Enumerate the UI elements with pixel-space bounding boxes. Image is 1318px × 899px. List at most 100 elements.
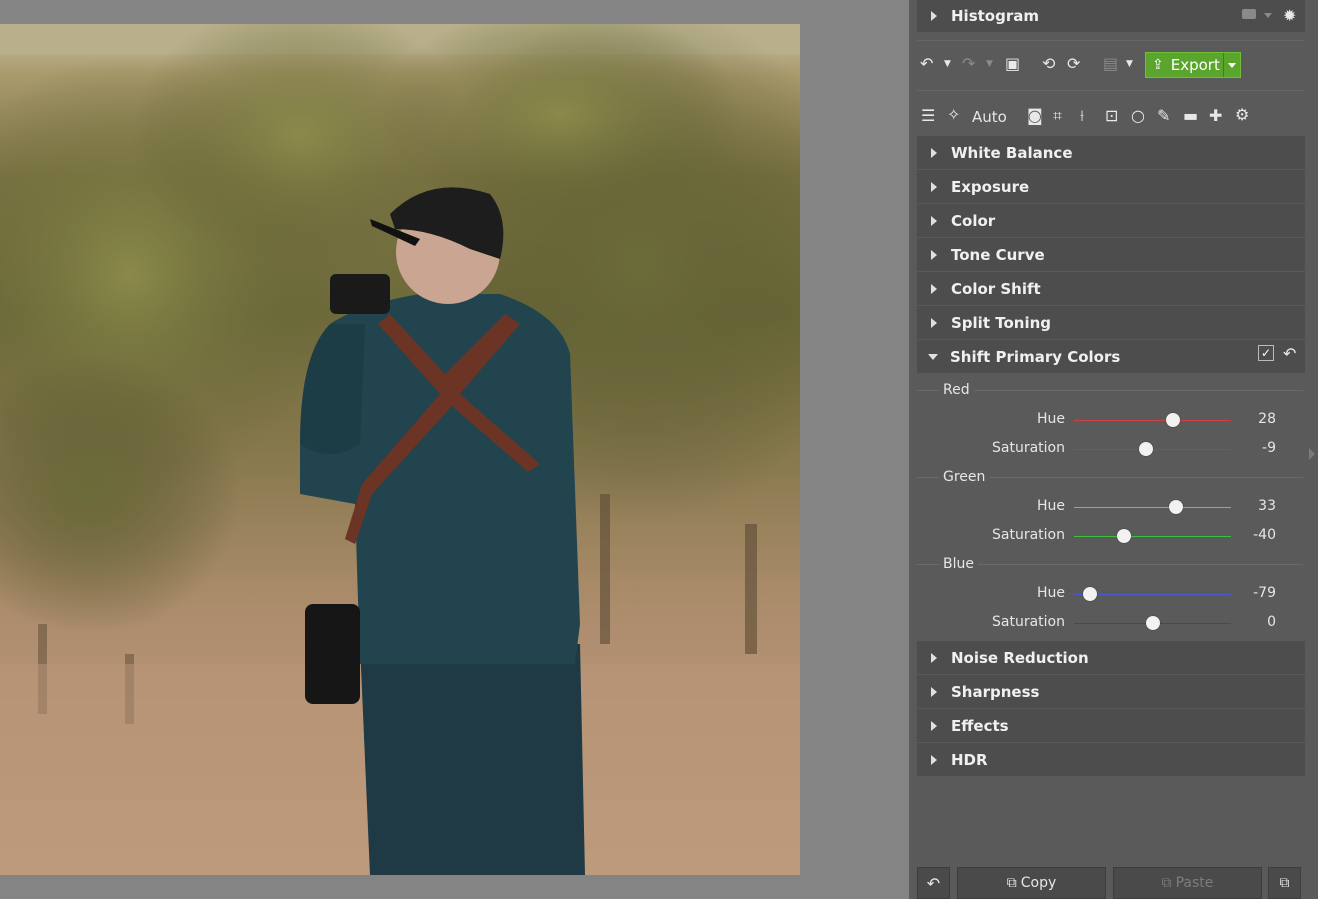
auto-button[interactable]: Auto <box>972 108 1007 126</box>
duplicate-button[interactable]: ⧉ <box>1268 867 1301 899</box>
green-saturation-label: Saturation <box>992 527 1065 543</box>
camera-icon[interactable] <box>1242 9 1256 19</box>
expand-arrow-icon <box>931 317 937 328</box>
paste-button[interactable]: ⧉ Paste <box>1113 867 1262 899</box>
section-title: Split Toning <box>951 313 1051 332</box>
redo-history-icon[interactable]: ▼ <box>986 56 993 72</box>
group-label-green: Green <box>939 469 990 485</box>
export-label: Export <box>1170 56 1220 74</box>
export-options-icon[interactable] <box>1223 53 1240 77</box>
eraser-icon[interactable]: ▬ <box>1183 108 1198 124</box>
section-title: Effects <box>951 716 1009 735</box>
checkbox-icon[interactable]: ✓ <box>1258 345 1274 361</box>
brush-icon[interactable]: ✎ <box>1157 108 1170 124</box>
section-shift-primary-colors[interactable]: Shift Primary Colors ✓ ↶ <box>917 340 1305 373</box>
red-hue-value[interactable]: 28 <box>1258 411 1276 427</box>
section-title: White Balance <box>951 143 1073 162</box>
circle-filter-icon[interactable]: ○ <box>1131 108 1145 124</box>
settings-icon[interactable]: ⚙ <box>1235 107 1249 123</box>
slider-knob[interactable] <box>1165 413 1180 427</box>
expand-arrow-icon <box>931 652 937 663</box>
chevron-down-icon[interactable] <box>1264 13 1272 18</box>
save-icon[interactable]: ▤ <box>1103 56 1118 72</box>
section-title: Exposure <box>951 177 1030 196</box>
green-saturation-value[interactable]: -40 <box>1253 527 1276 543</box>
export-icon: ⇪ <box>1152 57 1164 73</box>
photo-canvas[interactable] <box>0 24 800 875</box>
rotate-right-icon[interactable]: ⟳ <box>1067 56 1080 72</box>
section-exposure[interactable]: Exposure <box>917 170 1305 203</box>
section-hdr[interactable]: HDR <box>917 743 1305 776</box>
collapse-arrow-icon <box>928 353 938 360</box>
section-noise-reduction[interactable]: Noise Reduction <box>917 641 1305 674</box>
green-hue-slider[interactable] <box>1074 507 1231 508</box>
expand-arrow-icon <box>931 283 937 294</box>
slider-knob[interactable] <box>1169 500 1184 514</box>
expand-arrow-icon <box>931 249 937 260</box>
section-title: Sharpness <box>951 682 1040 701</box>
group-label-blue: Blue <box>939 556 978 572</box>
copy-button[interactable]: ⧉ Copy <box>957 867 1106 899</box>
section-white-balance[interactable]: White Balance <box>917 136 1305 169</box>
undo-icon[interactable]: ↶ <box>920 56 933 72</box>
reset-icon: ↶ <box>926 873 941 893</box>
section-title: Tone Curve <box>951 245 1045 264</box>
undo-history-icon[interactable]: ▼ <box>944 56 951 72</box>
red-saturation-label: Saturation <box>992 440 1065 456</box>
histogram-title: Histogram <box>951 7 1039 25</box>
bandage-icon[interactable]: ✚ <box>1209 108 1222 124</box>
gear-icon[interactable]: ✹ <box>1283 6 1296 25</box>
section-tone-curve[interactable]: Tone Curve <box>917 238 1305 271</box>
section-color-shift[interactable]: Color Shift <box>917 272 1305 305</box>
image-icon[interactable]: ▣ <box>1005 56 1020 72</box>
copy-icon: ⧉ <box>1006 875 1017 891</box>
green-hue-value[interactable]: 33 <box>1258 498 1276 514</box>
section-sharpness[interactable]: Sharpness <box>917 675 1305 708</box>
wand-icon[interactable]: ✧ <box>947 107 960 123</box>
section-color[interactable]: Color <box>917 204 1305 237</box>
expand-arrow-icon <box>931 754 937 765</box>
expand-arrow-icon <box>931 720 937 731</box>
section-title: Color <box>951 211 996 230</box>
green-saturation-slider[interactable] <box>1074 536 1231 537</box>
blue-saturation-label: Saturation <box>992 614 1065 630</box>
collapse-panel-icon[interactable] <box>1309 448 1315 460</box>
blue-hue-label: Hue <box>1036 585 1065 601</box>
redo-icon[interactable]: ↷ <box>962 56 975 72</box>
duplicate-icon: ⧉ <box>1279 875 1290 891</box>
section-title: Shift Primary Colors <box>950 347 1121 366</box>
group-label-red: Red <box>939 382 974 398</box>
section-title: Color Shift <box>951 279 1041 298</box>
copy-label: Copy <box>1020 875 1057 891</box>
expand-arrow-icon <box>931 686 937 697</box>
red-hue-label: Hue <box>1036 411 1065 427</box>
slider-knob[interactable] <box>1145 616 1160 630</box>
blue-hue-value[interactable]: -79 <box>1253 585 1276 601</box>
crop-icon[interactable]: ⌗ <box>1053 108 1062 124</box>
perspective-icon[interactable]: ⟊ <box>1080 108 1084 124</box>
expand-arrow-icon <box>931 11 937 21</box>
paste-label: Paste <box>1175 875 1214 891</box>
expand-arrow-icon <box>931 215 937 226</box>
graduated-filter-icon[interactable]: ⊡ <box>1105 108 1118 124</box>
sliders-icon[interactable]: ☰ <box>921 108 935 124</box>
expand-arrow-icon <box>931 181 937 192</box>
blue-saturation-value[interactable]: 0 <box>1267 614 1276 630</box>
paste-icon: ⧉ <box>1161 875 1172 891</box>
reset-icon[interactable]: ↶ <box>1283 344 1296 363</box>
rotate-left-icon[interactable]: ⟲ <box>1042 56 1055 72</box>
reset-all-button[interactable]: ↶ <box>917 867 950 899</box>
red-hue-slider[interactable] <box>1074 420 1231 421</box>
histogram-header[interactable]: Histogram ✹ <box>917 0 1305 32</box>
red-saturation-value[interactable]: -9 <box>1262 440 1276 456</box>
photo-viewport[interactable] <box>0 0 909 899</box>
export-button[interactable]: ⇪ Export <box>1145 52 1241 78</box>
camera-tool-icon[interactable]: ◙ <box>1027 108 1043 124</box>
blue-hue-slider[interactable] <box>1074 594 1231 595</box>
slider-knob[interactable] <box>1082 587 1097 601</box>
section-split-toning[interactable]: Split Toning <box>917 306 1305 339</box>
group-divider <box>917 390 1303 391</box>
section-title: Noise Reduction <box>951 648 1089 667</box>
save-options-icon[interactable]: ▼ <box>1126 56 1133 72</box>
section-effects[interactable]: Effects <box>917 709 1305 742</box>
